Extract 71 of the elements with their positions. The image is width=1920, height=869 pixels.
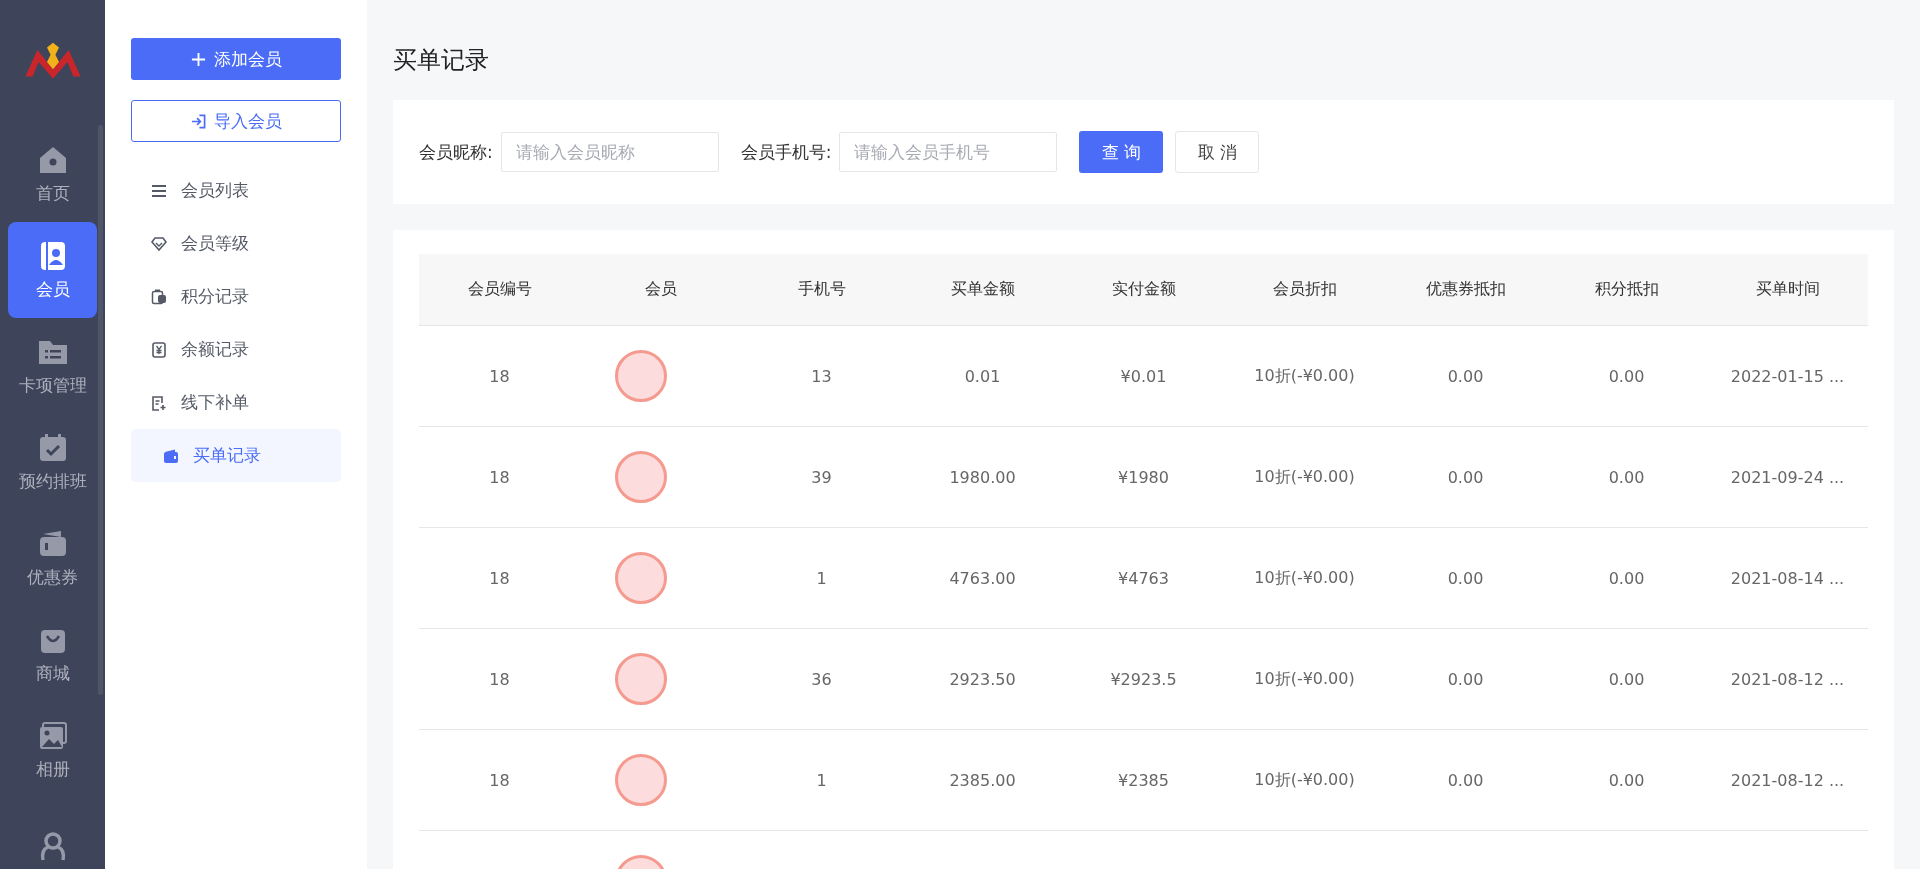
table-cell: 1980.00	[949, 467, 1016, 487]
table-cell: 2022-01-15 ...	[1730, 366, 1845, 386]
column-header: 会员	[580, 254, 741, 326]
table-cell: 0.00	[1447, 568, 1484, 588]
table-cell: ¥2923.5	[1110, 669, 1177, 689]
table-cell: 18	[489, 467, 510, 487]
submenu-item[interactable]: 积分记录	[131, 270, 341, 323]
table-cell: 10折(-¥0.00)	[1254, 567, 1355, 587]
table-cell: ¥2385	[1118, 770, 1169, 790]
table-cell: 2923.50	[949, 669, 1016, 689]
filter-label: 会员昵称:	[419, 140, 493, 164]
table-cell: 13	[811, 366, 832, 386]
nav-item[interactable]: 卡项管理	[8, 318, 97, 414]
table-cell: 0.00	[1447, 467, 1484, 487]
column-header: 会员编号	[419, 254, 580, 326]
table-cell: 0.00	[1608, 669, 1645, 689]
table-cell: 18	[489, 568, 510, 588]
column-header: 会员折扣	[1224, 254, 1385, 326]
table-cell: 0.00	[1608, 366, 1645, 386]
table-cell: ¥4763	[1118, 568, 1169, 588]
submenu-item[interactable]: 买单记录	[131, 429, 341, 482]
filter-label: 会员手机号:	[740, 140, 832, 164]
table-cell: 0.01	[964, 366, 1001, 386]
table-cell: 39	[811, 467, 832, 487]
table-cell: 2385.00	[949, 770, 1016, 790]
submenu-item[interactable]: 线下补单	[131, 376, 341, 429]
page-title: 买单记录	[393, 45, 490, 76]
import-member-button[interactable]: 导入会员	[131, 100, 341, 142]
nav-item[interactable]: 预约排班	[8, 414, 97, 510]
table-cell: 10折(-¥0.00)	[1254, 365, 1355, 385]
table-cell: ¥0.01	[1120, 366, 1167, 386]
table-cell: 0.00	[1447, 669, 1484, 689]
nav-item[interactable]: 相册	[8, 702, 97, 798]
table-cell: 18	[489, 669, 510, 689]
submenu-item[interactable]: 余额记录	[131, 323, 341, 376]
column-header: 手机号	[741, 254, 902, 326]
submenu-item[interactable]: 会员等级	[131, 217, 341, 270]
table-cell: 10折(-¥0.00)	[1254, 668, 1355, 688]
table-cell: 18	[489, 770, 510, 790]
table-cell: 2021-08-12 ...	[1730, 669, 1845, 689]
column-header: 优惠券抵扣	[1385, 254, 1546, 326]
table-cell: 2021-08-12 ...	[1730, 770, 1845, 790]
table-cell: 0.00	[1608, 467, 1645, 487]
table-cell: 0.00	[1447, 366, 1484, 386]
nav-item[interactable]: 商城	[8, 606, 97, 702]
filter-input[interactable]: 请输入会员手机号	[839, 132, 1058, 172]
table-cell: 18	[489, 366, 510, 386]
query-button[interactable]: 查 询	[1079, 131, 1164, 173]
nav-item[interactable]: 首页	[8, 126, 97, 222]
nav-item[interactable]: 会员	[8, 222, 97, 318]
column-header: 实付金额	[1063, 254, 1224, 326]
table-cell: 4763.00	[949, 568, 1016, 588]
table-cell: 36	[811, 669, 832, 689]
column-header: 买单时间	[1707, 254, 1868, 326]
table-cell: 1	[816, 568, 827, 588]
table-cell: 0.00	[1608, 568, 1645, 588]
filter-input[interactable]: 请输入会员昵称	[500, 132, 719, 172]
submenu-item[interactable]: 会员列表	[131, 164, 341, 217]
table-cell: 0.00	[1608, 770, 1645, 790]
table-cell: 2021-09-24 ...	[1730, 467, 1845, 487]
table-cell: ¥1980	[1118, 467, 1169, 487]
column-header: 买单金额	[902, 254, 1063, 326]
cancel-button[interactable]: 取 消	[1175, 131, 1260, 173]
table-cell: 0.00	[1447, 770, 1484, 790]
table-cell: 10折(-¥0.00)	[1254, 769, 1355, 789]
table-cell: 2021-08-14 ...	[1730, 568, 1845, 588]
column-header: 积分抵扣	[1546, 254, 1707, 326]
nav-item[interactable]: 优惠券	[8, 510, 97, 606]
add-member-button[interactable]: 添加会员	[131, 38, 341, 80]
table-cell: 10折(-¥0.00)	[1254, 466, 1355, 486]
table-cell: 1	[816, 770, 827, 790]
